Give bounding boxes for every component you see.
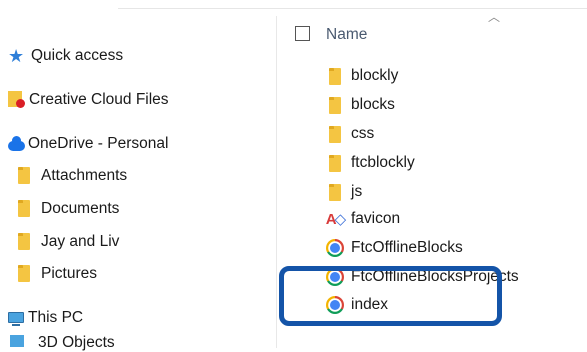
nav-item-label: Pictures <box>41 265 97 282</box>
file-name: FtcOfflineBlocks <box>351 239 463 256</box>
creative-cloud-folder-icon <box>8 91 26 109</box>
nav-item-label: Documents <box>41 200 120 217</box>
nav-item-onedrive[interactable]: OneDrive - Personal <box>8 132 168 156</box>
select-all-checkbox[interactable] <box>295 26 310 41</box>
nav-item-label: 3D Objects <box>38 334 115 351</box>
nav-item-label: Quick access <box>31 47 124 64</box>
nav-item-jay-and-liv[interactable]: Jay and Liv <box>18 230 119 254</box>
folder-icon <box>325 153 345 173</box>
3d-objects-icon <box>10 335 24 347</box>
file-name: ftcblockly <box>351 154 415 171</box>
folder-icon <box>325 124 345 144</box>
file-row-css[interactable]: css <box>325 122 374 146</box>
favicon-icon: A◇ <box>325 211 346 228</box>
folder-icon <box>325 182 345 202</box>
file-row-js[interactable]: js <box>325 180 362 204</box>
file-row-ftcofflineblocks[interactable]: FtcOfflineBlocks <box>325 236 463 260</box>
file-row-blocks[interactable]: blocks <box>325 93 395 117</box>
column-header-name[interactable]: Name <box>326 26 367 44</box>
folder-icon <box>18 233 36 251</box>
file-name: js <box>351 183 363 200</box>
nav-item-label: Jay and Liv <box>41 233 120 250</box>
computer-icon <box>8 309 26 327</box>
pane-divider[interactable] <box>276 16 277 348</box>
highlight-box <box>279 266 502 326</box>
nav-item-quick-access[interactable]: ★ Quick access <box>8 44 123 68</box>
chrome-icon <box>325 238 345 258</box>
file-row-favicon[interactable]: A◇ favicon <box>325 207 400 231</box>
file-name: css <box>351 125 375 142</box>
folder-icon <box>325 95 345 115</box>
nav-item-label: Attachments <box>41 167 128 184</box>
nav-item-3d-objects[interactable]: 3D Objects <box>10 334 115 352</box>
file-name: blocks <box>351 96 395 113</box>
folder-icon <box>325 66 345 86</box>
nav-item-label: OneDrive - Personal <box>28 135 169 152</box>
nav-item-pictures[interactable]: Pictures <box>18 262 97 286</box>
top-bar <box>118 0 587 9</box>
file-row-blockly[interactable]: blockly <box>325 64 398 88</box>
nav-item-label: This PC <box>28 309 84 326</box>
folder-icon <box>18 265 36 283</box>
nav-item-this-pc[interactable]: This PC <box>8 306 83 330</box>
nav-item-label: Creative Cloud Files <box>29 91 169 108</box>
file-row-ftcblockly[interactable]: ftcblockly <box>325 151 415 175</box>
file-name: favicon <box>351 210 401 227</box>
nav-item-creative-cloud-files[interactable]: Creative Cloud Files <box>8 88 169 112</box>
file-name: blockly <box>351 67 399 84</box>
sort-ascending-icon: ︿ <box>488 10 501 24</box>
cloud-icon <box>8 135 26 153</box>
folder-icon <box>18 167 36 185</box>
nav-item-attachments[interactable]: Attachments <box>18 164 127 188</box>
nav-item-documents[interactable]: Documents <box>18 197 119 221</box>
folder-icon <box>18 200 36 218</box>
star-icon: ★ <box>8 46 25 66</box>
